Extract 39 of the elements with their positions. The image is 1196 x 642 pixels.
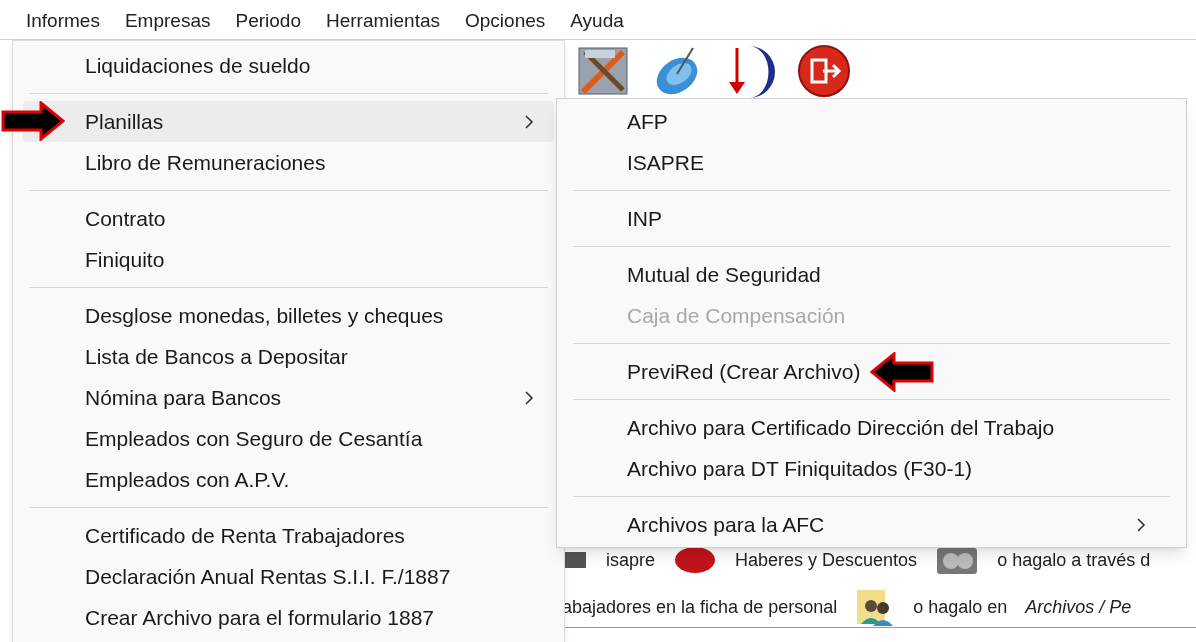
menu-item[interactable]: Crear Archivo para el formulario 1887: [23, 597, 554, 638]
menu-item[interactable]: INP: [567, 198, 1176, 239]
menu-item[interactable]: Archivo para Certificado Dirección del Trabajo: [567, 407, 1176, 448]
menu-bar-item[interactable]: Ayuda: [570, 9, 624, 39]
menu-item[interactable]: Archivos para la AFC: [567, 504, 1176, 545]
chevron-icon: [524, 113, 534, 130]
background-text: o hagalo a través d: [997, 548, 1151, 572]
menu-item[interactable]: Libro de Remuneraciones: [23, 142, 554, 183]
menu-item[interactable]: Empleados con Seguro de Cesantía: [23, 418, 554, 459]
menu-bar-item[interactable]: Opciones: [465, 9, 546, 39]
menu-item[interactable]: AFP: [567, 101, 1176, 142]
background-text: o hagalo en: [913, 596, 1008, 619]
background-text: abajadores en la ficha de personal: [562, 596, 838, 619]
background-text: Archivos / Pe: [1025, 596, 1132, 619]
menu-bar-item[interactable]: Empresas: [124, 9, 211, 39]
menu-item[interactable]: Archivo para DT Finiquitados (F30-1): [567, 448, 1176, 489]
menu-item[interactable]: Certificado de Renta Trabajadores: [23, 515, 554, 556]
menu-item[interactable]: Empleados con A.P.V.: [23, 459, 554, 500]
menu-item[interactable]: Finiquito: [23, 239, 554, 280]
menu-bar-item[interactable]: Periodo: [235, 9, 301, 39]
menu-bar-item[interactable]: Informes: [26, 9, 100, 39]
menu-item[interactable]: PreviRed (Crear Archivo): [567, 351, 1176, 392]
background-text: Haberes y Descuentos: [735, 548, 918, 572]
menu-bar-item[interactable]: Herramientas: [325, 9, 440, 39]
background-text: isapre: [606, 548, 656, 572]
menu-item[interactable]: Mutual de Seguridad: [567, 254, 1176, 295]
menu-item[interactable]: Contrato: [23, 198, 554, 239]
menu-item[interactable]: Desglose monedas, billetes y cheques: [23, 295, 554, 336]
menu-item[interactable]: Liquidaciones de sueldo: [23, 45, 554, 86]
menu-item[interactable]: Lista de Bancos a Depositar: [23, 336, 554, 377]
menu-item[interactable]: ISAPRE: [567, 142, 1176, 183]
menu-item[interactable]: Planillas: [23, 101, 554, 142]
menu-item[interactable]: Declaración Anual Rentas S.I.I. F./1887: [23, 556, 554, 597]
chevron-icon: [1136, 516, 1146, 533]
menu-item[interactable]: Nómina para Bancos: [23, 377, 554, 418]
menu-item: Caja de Compensación: [626, 302, 847, 329]
chevron-icon: [524, 389, 534, 406]
exit-icon[interactable]: [795, 42, 853, 100]
people-icon: [855, 588, 896, 627]
